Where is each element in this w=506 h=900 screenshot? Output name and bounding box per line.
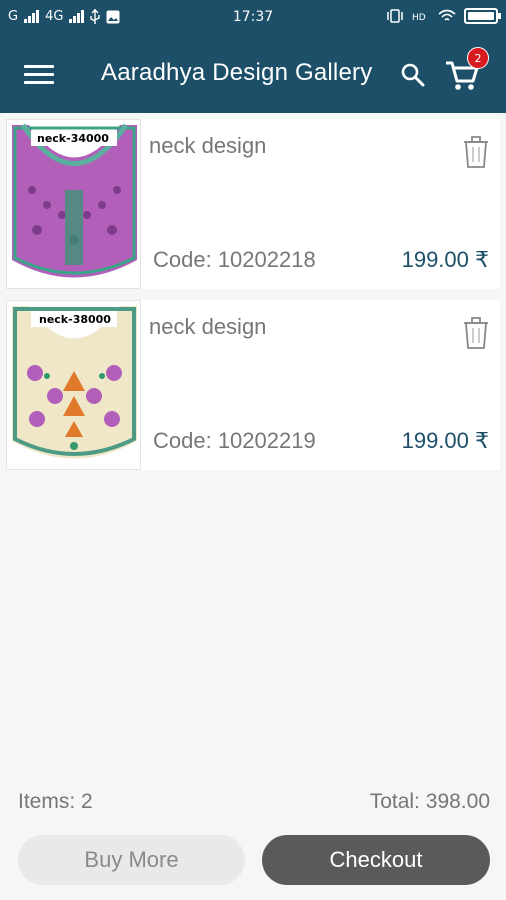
- product-name: neck design: [149, 133, 267, 158]
- wifi-icon: [438, 9, 456, 21]
- cart-count-badge: 2: [467, 47, 489, 69]
- product-image[interactable]: neck-38000: [6, 300, 141, 470]
- image-label-text: neck-38000: [39, 313, 111, 326]
- delete-icon[interactable]: [462, 133, 490, 169]
- image-label-text: neck-34000: [37, 132, 109, 145]
- product-code: Code: 10202218: [153, 247, 316, 272]
- vibrate-icon: [387, 9, 403, 23]
- cart-item[interactable]: neck-38000 neck design Code: 10202219 19…: [6, 300, 500, 470]
- cart-item[interactable]: neck-34000 neck design Code: 10202218 19…: [6, 119, 500, 289]
- buy-more-button[interactable]: Buy More: [18, 835, 245, 885]
- cart-total: Total: 398.00: [369, 790, 490, 813]
- neck-design-image: neck-38000: [7, 301, 140, 469]
- search-icon[interactable]: [400, 62, 426, 88]
- neck-design-image: neck-34000: [7, 120, 140, 288]
- product-name: neck design: [149, 314, 267, 339]
- svg-text:HD: HD: [412, 13, 426, 23]
- product-code: Code: 10202219: [153, 428, 316, 453]
- checkout-button[interactable]: Checkout: [262, 835, 490, 885]
- delete-icon[interactable]: [462, 314, 490, 350]
- volte-icon: HD: [412, 13, 426, 23]
- status-right: HD: [386, 8, 501, 24]
- battery-icon: [464, 8, 501, 24]
- product-image[interactable]: neck-34000: [6, 119, 141, 289]
- product-price: 199.00 ₹: [401, 247, 489, 272]
- items-count: Items: 2: [18, 790, 93, 813]
- app-title: Aaradhya Design Gallery: [101, 59, 373, 86]
- app-bar: Aaradhya Design Gallery 2: [0, 37, 506, 113]
- status-bar: G 4G 17:37 HD: [0, 0, 506, 37]
- product-price: 199.00 ₹: [401, 428, 489, 453]
- menu-icon[interactable]: [24, 63, 54, 87]
